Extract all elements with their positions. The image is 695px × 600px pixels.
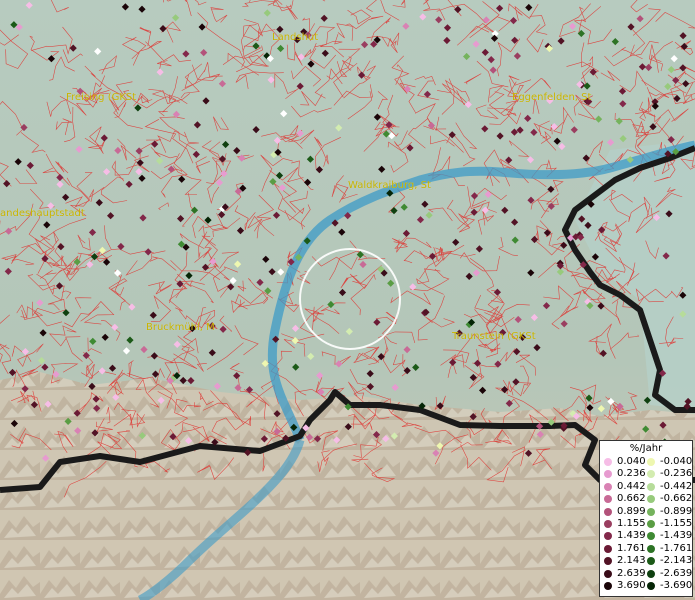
legend-positive-3-swatch [604,495,612,504]
legend-positive-10-label: 3.690 [617,580,646,591]
map-view[interactable]: Landshut Freising (GKSt Eggenfelden, St … [0,0,695,600]
legend-negative-5-swatch [647,520,655,528]
legend-negative-8-swatch [647,557,655,566]
legend-negative-7-label: -1.761 [660,542,693,554]
legend-negative-10-swatch [647,582,655,590]
legend-positive-3-label: 0.662 [617,493,646,505]
legend-negative-5-label: -1.155 [660,518,693,529]
legend-positive-1-swatch [604,470,612,479]
legend-title: %/Jahr [629,443,663,454]
legend-negative-1-swatch [647,470,655,479]
legend-negative-2-swatch [647,482,655,491]
legend-negative-2-label: -0.442 [660,480,693,492]
legend-positive-9-swatch [604,569,612,578]
legend-negative-3-swatch [647,495,655,504]
legend-negative-3-label: -0.662 [660,493,693,505]
legend-positive-6-swatch [604,532,612,541]
legend-negative-9-label: -2.639 [660,567,693,579]
place-landeshauptstadt: andeshauptstadt [0,208,85,219]
legend-positive-4-swatch [604,507,612,516]
place-bruckmuehl: Bruckmühl, M [146,322,215,333]
legend-positive-1-label: 0.236 [617,468,646,480]
legend-positive-5-swatch [604,520,612,528]
legend-positive-8-swatch [604,557,612,566]
legend-negative-0-swatch [647,458,655,466]
place-freising: Freising (GKSt [66,92,137,103]
legend-negative-1-label: -0.236 [660,468,693,480]
legend-negative-6-label: -1.439 [660,530,693,542]
legend-positive-4-label: 0.899 [617,505,646,517]
legend-positive-0-label: 0.040 [617,456,646,467]
place-waldkraiburg: Waldkraiburg, St [348,180,431,191]
legend-positive-7-swatch [604,544,612,553]
map-canvas[interactable] [0,0,695,600]
legend-positive-10-swatch [604,582,612,590]
legend-negative-8-label: -2.143 [660,555,693,567]
legend-negative-6-swatch [647,532,655,541]
place-landshut: Landshut [272,32,319,43]
legend-positive-7-label: 1.761 [617,542,646,554]
legend-positive-2-label: 0.442 [617,480,646,492]
place-eggenfelden: Eggenfelden, St [512,92,592,103]
legend-positive-9-label: 2.639 [617,567,646,579]
legend-positive-0-swatch [604,458,612,466]
legend-negative-7-swatch [647,544,655,553]
legend-positive-8-label: 2.143 [617,555,646,567]
legend-negative-4-label: -0.899 [660,505,693,517]
legend-negative-9-swatch [647,569,655,578]
map-legend: %/Jahr 0.040 -0.040 0.236 -0.236 0.442 -0.442… [599,440,693,597]
legend-positive-5-label: 1.155 [617,518,646,529]
legend-negative-0-label: -0.040 [660,456,693,467]
legend-negative-10-label: -3.690 [660,580,693,591]
legend-positive-6-label: 1.439 [617,530,646,542]
legend-negative-4-swatch [647,507,655,516]
legend-positive-2-swatch [604,482,612,491]
place-traunstein: Traunstein (GKSt [452,331,536,342]
